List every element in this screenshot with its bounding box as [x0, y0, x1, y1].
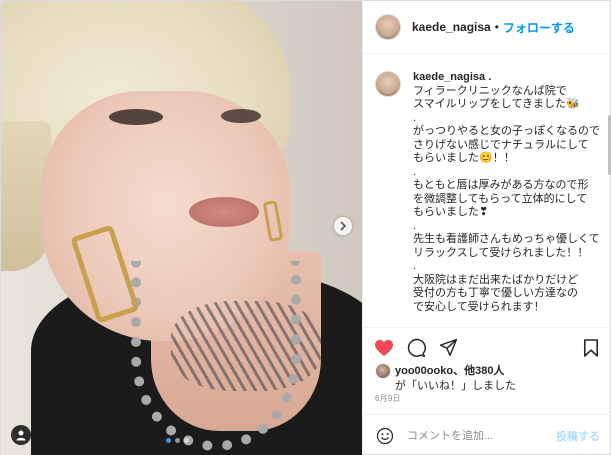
share-button[interactable] [437, 337, 459, 359]
photo-eye-left [109, 109, 163, 125]
photo-eye-right [221, 109, 261, 123]
header-separator: • [494, 20, 499, 34]
caption-line: 受付の方も丁寧で優しい方達なの [413, 287, 578, 299]
caption-line: で安心して受けられます！ [413, 300, 545, 313]
caption-row: kaede_nagisa . フィラークリニックなんば院で スマイルリップをして… [375, 71, 600, 314]
caption-line: リラックスして受けられました！！ [413, 246, 589, 259]
caption-line: 先生も看護師さんもめっちゃ優しくて [413, 233, 600, 245]
likes-row: yoo00ooko 、他380人 [375, 363, 516, 379]
caption-line: さりげない感じでナチュラルにして [413, 138, 589, 151]
caption-line: 大阪院はまだ出来たばかりだけど [413, 273, 579, 286]
header-username[interactable]: kaede_nagisa [412, 20, 491, 34]
comment-bubble-icon [407, 338, 426, 357]
caption-line: もともと唇は厚みがある方なので形 [413, 179, 589, 191]
photo-chain-necklace [131, 261, 301, 451]
carousel-next-button[interactable] [334, 217, 352, 235]
post-date[interactable]: 6月9日 [375, 393, 401, 404]
emoji-button[interactable] [375, 426, 395, 446]
carousel-dot [175, 438, 180, 443]
user-tag-button[interactable] [11, 425, 31, 445]
carousel-dot [184, 438, 189, 443]
add-comment-bar: 投稿する [363, 414, 611, 455]
chevron-right-icon [340, 221, 347, 231]
like-button[interactable] [373, 337, 395, 359]
user-tag-icon [16, 430, 26, 441]
caption-line: がっつりやると女の子っぽくなるので [413, 125, 600, 137]
caption-line: フィラークリニックなんば院で [413, 84, 567, 97]
paper-plane-icon [439, 338, 457, 357]
comments-area[interactable]: kaede_nagisa . フィラークリニックなんば院で スマイルリップをして… [363, 55, 611, 327]
action-bar [363, 327, 611, 367]
caption-line: . [413, 260, 417, 272]
caption-username-text[interactable]: kaede_nagisa [413, 71, 485, 83]
caption-username[interactable]: kaede_nagisa . [413, 71, 600, 85]
likes-suffix: が「いいね！」しました [395, 380, 516, 392]
caption-line: を微調整してもらって立体的にして [413, 192, 588, 205]
save-button[interactable] [580, 337, 602, 359]
caption-line: . [413, 111, 417, 124]
comment-input[interactable] [407, 429, 556, 442]
post-comment-button[interactable]: 投稿する [556, 428, 600, 444]
caption-line: もらいました❣ [413, 206, 489, 218]
avatar[interactable] [375, 14, 401, 40]
post-header: kaede_nagisa • フォローする [363, 1, 611, 54]
caption-username-suffix: . [488, 71, 492, 83]
likes-others-link[interactable]: 、他380人 [453, 364, 504, 378]
caption-line: . [413, 165, 417, 178]
post-photo[interactable] [1, 1, 362, 455]
carousel-dot [166, 438, 171, 443]
caption-avatar[interactable] [375, 71, 401, 97]
carousel-indicator [166, 438, 189, 443]
avatar[interactable] [375, 363, 391, 379]
heart-filled-icon [375, 339, 393, 356]
caption-line: スマイルリップをしてきました🐝 [413, 98, 580, 110]
caption-line: もらいました😊！！ [413, 152, 515, 164]
bookmark-icon [583, 338, 599, 357]
follow-button[interactable]: フォローする [503, 19, 575, 36]
post-side-panel: kaede_nagisa • フォローする kaede_nagisa . フィラ… [362, 1, 611, 455]
instagram-post: kaede_nagisa • フォローする kaede_nagisa . フィラ… [0, 0, 611, 455]
smiley-icon [376, 427, 394, 444]
comment-button[interactable] [405, 337, 427, 359]
photo-lips [189, 197, 259, 227]
likes-summary: yoo00ooko 、他380人 が「いいね！」しました [375, 363, 516, 393]
caption-line: . [413, 219, 417, 232]
caption-text: kaede_nagisa . フィラークリニックなんば院で スマイルリップをして… [413, 71, 600, 314]
likes-user-link[interactable]: yoo00ooko [395, 364, 453, 378]
